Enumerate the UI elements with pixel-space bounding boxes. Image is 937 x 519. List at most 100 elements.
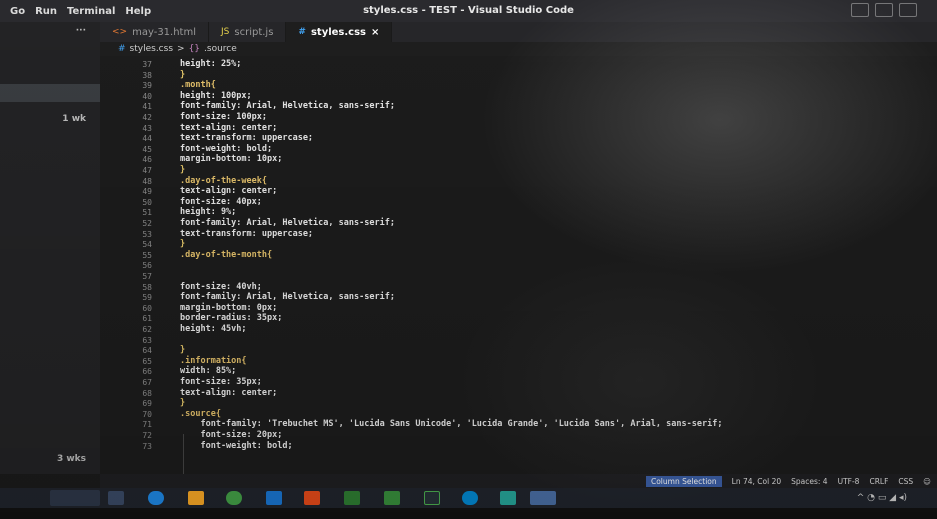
code-line[interactable]: height: 9%; [180, 207, 236, 217]
system-tray[interactable]: ^ ◔ ▭ ◢ ◂) [857, 493, 907, 503]
chrome-icon[interactable] [226, 491, 242, 505]
close-window-button[interactable] [899, 3, 917, 17]
code-line[interactable]: } [180, 70, 185, 80]
code-line[interactable]: margin-bottom: 0px; [180, 303, 277, 313]
code-line[interactable]: font-family: Arial, Helvetica, sans-seri… [180, 101, 395, 111]
line-number: 42 [142, 113, 152, 122]
line-number: 55 [142, 250, 152, 260]
code-line[interactable]: .source{ [180, 409, 221, 419]
code-editor[interactable]: 37 38 39 40 41 42 43 44 45 46 47 48 49 50 51 52 53 54 55 56… [100, 56, 937, 474]
code-line[interactable]: width: 85%; [180, 366, 236, 376]
status-bar: Column Selection Ln 74, Col 20 Spaces: 4… [100, 474, 937, 488]
code-line[interactable]: } [180, 398, 185, 408]
breadcrumb-file[interactable]: styles.css [130, 44, 173, 54]
tab-label: script.js [234, 26, 274, 38]
minimize-button[interactable] [851, 3, 869, 17]
code-line[interactable]: font-weight: bold; [180, 441, 292, 451]
language-mode[interactable]: CSS [898, 477, 913, 486]
window-controls [851, 3, 917, 17]
powerpoint-icon[interactable] [304, 491, 320, 505]
notifications-icon[interactable]: ☺ [923, 477, 931, 486]
column-selection-indicator[interactable]: Column Selection [645, 475, 722, 487]
code-line[interactable]: } [180, 239, 185, 249]
code-line[interactable]: font-weight: bold; [180, 144, 272, 154]
code-line[interactable]: text-transform: uppercase; [180, 229, 313, 239]
line-number: 66 [142, 367, 152, 377]
line-number: 70 [142, 409, 152, 419]
line-number: 50 [142, 197, 152, 207]
line-number: 57 [142, 272, 152, 281]
more-actions-icon[interactable]: ··· [76, 26, 86, 36]
search-area[interactable] [50, 490, 100, 506]
line-number: 37 [142, 60, 152, 69]
sidebar-selected-item[interactable] [0, 84, 100, 102]
sidebar-timestamp-2: 3 wks [56, 454, 86, 464]
close-tab-icon[interactable]: × [371, 27, 379, 38]
code-line[interactable]: height: 25%; [180, 59, 241, 69]
line-number: 41 [142, 102, 152, 112]
eol-setting[interactable]: CRLF [869, 477, 888, 486]
code-line[interactable]: text-transform: uppercase; [180, 133, 313, 143]
line-number: 48 [142, 176, 152, 186]
code-line[interactable]: text-align: center; [180, 388, 277, 398]
line-number: 54 [142, 240, 152, 250]
line-number: 67 [142, 378, 152, 387]
line-number: 52 [142, 219, 152, 228]
excel-icon[interactable] [384, 491, 400, 505]
code-line[interactable]: border-radius: 35px; [180, 313, 282, 323]
line-number: 61 [142, 314, 152, 324]
code-line[interactable]: .month{ [180, 80, 216, 90]
line-number: 63 [142, 335, 152, 345]
line-number: 38 [142, 70, 152, 80]
line-number: 56 [142, 261, 152, 271]
code-line[interactable]: margin-bottom: 10px; [180, 154, 282, 164]
line-number: 58 [142, 282, 152, 292]
code-line[interactable]: font-size: 40px; [180, 197, 262, 207]
code-line[interactable]: .day-of-the-week{ [180, 176, 267, 186]
line-number: 40 [142, 91, 152, 101]
line-number: 51 [142, 208, 152, 218]
line-number: 43 [142, 123, 152, 133]
code-line[interactable]: font-size: 35px; [180, 377, 262, 387]
sidebar-timestamp-1: 1 wk [62, 114, 86, 124]
indentation-setting[interactable]: Spaces: 4 [791, 477, 827, 486]
line-number: 46 [142, 155, 152, 165]
code-line[interactable]: font-family: Arial, Helvetica, sans-seri… [180, 218, 395, 228]
tab-script-js[interactable]: JS script.js [209, 22, 287, 42]
terminal-icon[interactable] [424, 491, 440, 505]
symbol-icon: {} [188, 44, 201, 54]
task-view-icon[interactable] [108, 491, 124, 505]
vscode-taskbar-icon[interactable] [530, 491, 556, 505]
code-line[interactable]: .information{ [180, 356, 247, 366]
code-line[interactable]: } [180, 165, 185, 175]
line-number: 49 [142, 187, 152, 197]
browser-icon[interactable] [500, 491, 516, 505]
code-line[interactable]: font-size: 40vh; [180, 282, 262, 292]
vscode-window: Go Run Terminal Help styles.css - TEST -… [0, 0, 937, 519]
maximize-button[interactable] [875, 3, 893, 17]
code-line[interactable]: height: 100px; [180, 91, 252, 101]
mail-icon[interactable] [266, 491, 282, 505]
code-line[interactable]: font-size: 100px; [180, 112, 267, 122]
code-line[interactable]: font-family: 'Trebuchet MS', 'Lucida San… [180, 419, 722, 429]
code-line[interactable]: font-size: 20px; [180, 430, 282, 440]
app-icon[interactable] [344, 491, 360, 505]
os-taskbar: ^ ◔ ▭ ◢ ◂) [0, 488, 937, 508]
tab-styles-css[interactable]: # styles.css × [286, 22, 393, 42]
html-file-icon: <> [112, 27, 128, 37]
code-line[interactable]: text-align: center; [180, 186, 277, 196]
code-line[interactable]: text-align: center; [180, 123, 277, 133]
code-line[interactable]: } [180, 345, 185, 355]
app-icon-2[interactable] [462, 491, 478, 505]
cursor-position[interactable]: Ln 74, Col 20 [732, 477, 781, 486]
code-line[interactable]: height: 45vh; [180, 324, 247, 334]
edge-icon[interactable] [148, 491, 164, 505]
code-line[interactable]: .day-of-the-month{ [180, 250, 272, 260]
tab-may-31-html[interactable]: <> may-31.html [100, 22, 209, 42]
file-explorer-icon[interactable] [188, 491, 204, 505]
breadcrumb-separator: > [177, 44, 185, 54]
sidebar: ··· 1 wk 3 wks [0, 22, 100, 474]
breadcrumb-symbol[interactable]: .source [204, 44, 237, 54]
encoding-setting[interactable]: UTF-8 [838, 477, 860, 486]
code-line[interactable]: font-family: Arial, Helvetica, sans-seri… [180, 292, 395, 302]
